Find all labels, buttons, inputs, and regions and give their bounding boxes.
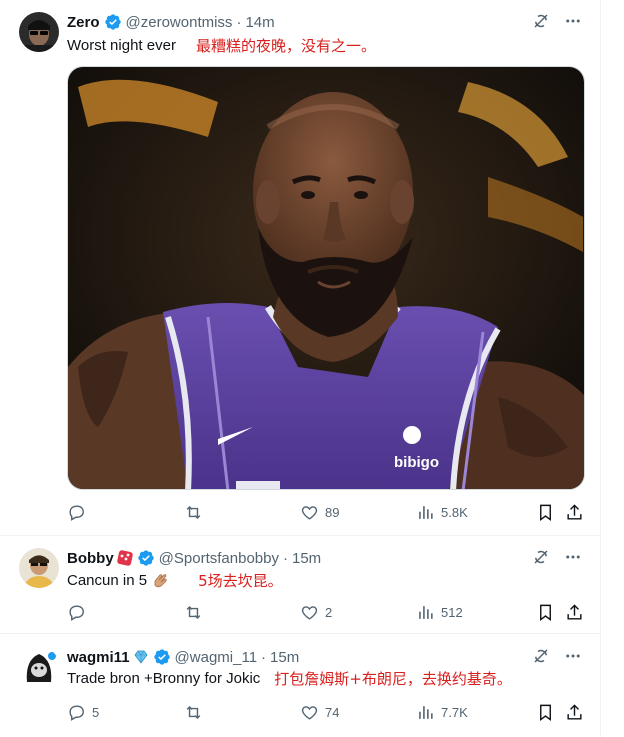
more-icon[interactable] bbox=[564, 548, 582, 566]
reply-icon bbox=[69, 704, 84, 721]
retweet-button[interactable] bbox=[184, 600, 209, 624]
tweet-top-actions bbox=[532, 12, 582, 30]
like-icon bbox=[301, 505, 318, 520]
views-button[interactable]: 5.8K bbox=[416, 500, 468, 524]
tweet-text-row: Cancun in 5 5场去坎昆。 bbox=[67, 569, 283, 591]
tweet[interactable]: wagmi11 @wagmi_11 · 15m Trade bron +Bron… bbox=[0, 634, 600, 737]
bookmark-button[interactable] bbox=[536, 500, 555, 524]
view-count: 7.7K bbox=[441, 704, 468, 720]
verified-badge-icon bbox=[104, 13, 122, 31]
share-button[interactable] bbox=[565, 700, 584, 724]
tweet-actions: 2 512 bbox=[67, 600, 587, 624]
bookmark-icon bbox=[540, 504, 551, 521]
reply-count: 5 bbox=[92, 704, 100, 720]
tweet[interactable]: Zero @zerowontmiss · 14m Worst night eve… bbox=[0, 0, 600, 536]
tweet-actions: 89 5.8K bbox=[67, 500, 587, 524]
bookmark-button[interactable] bbox=[536, 700, 555, 724]
avatar[interactable] bbox=[19, 646, 59, 686]
timestamp[interactable]: 14m bbox=[245, 14, 274, 31]
retweet-button[interactable] bbox=[184, 500, 209, 524]
grok-icon[interactable] bbox=[532, 647, 550, 665]
tweet-text: Cancun in 5 bbox=[67, 571, 148, 589]
tweet-text-row: Trade bron +Bronny for Jokic 打包詹姆斯+布朗尼，去… bbox=[67, 667, 512, 689]
share-icon bbox=[567, 703, 582, 720]
handle[interactable]: @zerowontmiss bbox=[126, 14, 233, 31]
reply-button[interactable] bbox=[67, 600, 92, 624]
tweet-top-actions bbox=[532, 548, 582, 566]
handle[interactable]: @Sportsfanbobby bbox=[159, 550, 279, 567]
grok-icon[interactable] bbox=[532, 12, 550, 30]
like-count: 74 bbox=[325, 704, 340, 720]
share-button[interactable] bbox=[565, 600, 584, 624]
translation-note: 最糟糕的夜晚，没有之一。 bbox=[195, 36, 376, 55]
tweet-header: wagmi11 @wagmi_11 · 15m bbox=[67, 647, 299, 667]
like-icon bbox=[301, 705, 318, 720]
tweet-image[interactable]: bibigo bbox=[67, 66, 585, 490]
display-name[interactable]: wagmi11 bbox=[67, 649, 130, 666]
tweet-text: Trade bron +Bronny for Jokic bbox=[67, 669, 261, 687]
avatar[interactable] bbox=[19, 548, 59, 588]
retweet-button[interactable] bbox=[184, 700, 209, 724]
view-count: 5.8K bbox=[441, 504, 468, 520]
tweet[interactable]: Bobby @Sportsfanbobby · 15m Cancun in 5 bbox=[0, 536, 600, 634]
views-icon bbox=[419, 505, 433, 519]
views-button[interactable]: 512 bbox=[416, 600, 463, 624]
like-button[interactable]: 2 bbox=[300, 600, 332, 624]
like-button[interactable]: 89 bbox=[300, 500, 339, 524]
share-button[interactable] bbox=[565, 500, 584, 524]
clapping-hands-icon bbox=[152, 571, 170, 589]
view-count: 512 bbox=[441, 604, 463, 620]
like-icon bbox=[301, 605, 318, 620]
display-name[interactable]: Bobby bbox=[67, 550, 114, 567]
reply-button[interactable]: 5 bbox=[67, 700, 99, 724]
share-icon bbox=[567, 503, 582, 520]
tweet-header: Bobby @Sportsfanbobby · 15m bbox=[67, 548, 321, 568]
views-button[interactable]: 7.7K bbox=[416, 700, 468, 724]
bookmark-button[interactable] bbox=[536, 600, 555, 624]
like-count: 2 bbox=[325, 604, 333, 620]
separator: · bbox=[282, 549, 288, 567]
like-count: 89 bbox=[325, 504, 340, 520]
verified-badge-icon bbox=[137, 549, 155, 567]
reply-button[interactable] bbox=[67, 500, 92, 524]
handle[interactable]: @wagmi_11 bbox=[175, 649, 258, 666]
avatar[interactable] bbox=[19, 12, 59, 52]
grok-icon[interactable] bbox=[532, 548, 550, 566]
more-icon[interactable] bbox=[564, 12, 582, 30]
tweet-actions: 5 74 7.7K bbox=[67, 700, 587, 724]
reply-icon bbox=[69, 604, 84, 621]
gem-icon bbox=[133, 649, 149, 665]
tweet-text-row: Worst night ever 最糟糕的夜晚，没有之一。 bbox=[67, 34, 376, 56]
bookmark-icon bbox=[540, 604, 551, 621]
dice-icon bbox=[116, 550, 133, 566]
display-name[interactable]: Zero bbox=[67, 14, 100, 31]
more-icon[interactable] bbox=[564, 647, 582, 665]
svg-text:bibigo: bibigo bbox=[394, 454, 439, 471]
tweet-text: Worst night ever bbox=[67, 36, 176, 54]
bookmark-icon bbox=[540, 704, 551, 721]
verified-badge-icon bbox=[153, 648, 171, 666]
retweet-icon bbox=[186, 505, 201, 519]
player-photo: bibigo bbox=[68, 67, 584, 489]
translation-note: 打包詹姆斯+布朗尼，去换约基奇。 bbox=[274, 669, 512, 688]
timestamp[interactable]: 15m bbox=[292, 550, 321, 567]
tweet-header: Zero @zerowontmiss · 14m bbox=[67, 12, 275, 32]
separator: · bbox=[261, 648, 267, 666]
translation-note: 5场去坎昆。 bbox=[198, 571, 283, 590]
share-icon bbox=[567, 603, 582, 620]
views-icon bbox=[419, 605, 433, 619]
tweet-top-actions bbox=[532, 647, 582, 665]
timestamp[interactable]: 15m bbox=[270, 649, 299, 666]
retweet-icon bbox=[186, 605, 201, 619]
reply-icon bbox=[69, 504, 84, 521]
like-button[interactable]: 74 bbox=[300, 700, 339, 724]
separator: · bbox=[236, 13, 242, 31]
timeline: Zero @zerowontmiss · 14m Worst night eve… bbox=[0, 0, 601, 737]
views-icon bbox=[419, 705, 433, 719]
retweet-icon bbox=[186, 705, 201, 719]
